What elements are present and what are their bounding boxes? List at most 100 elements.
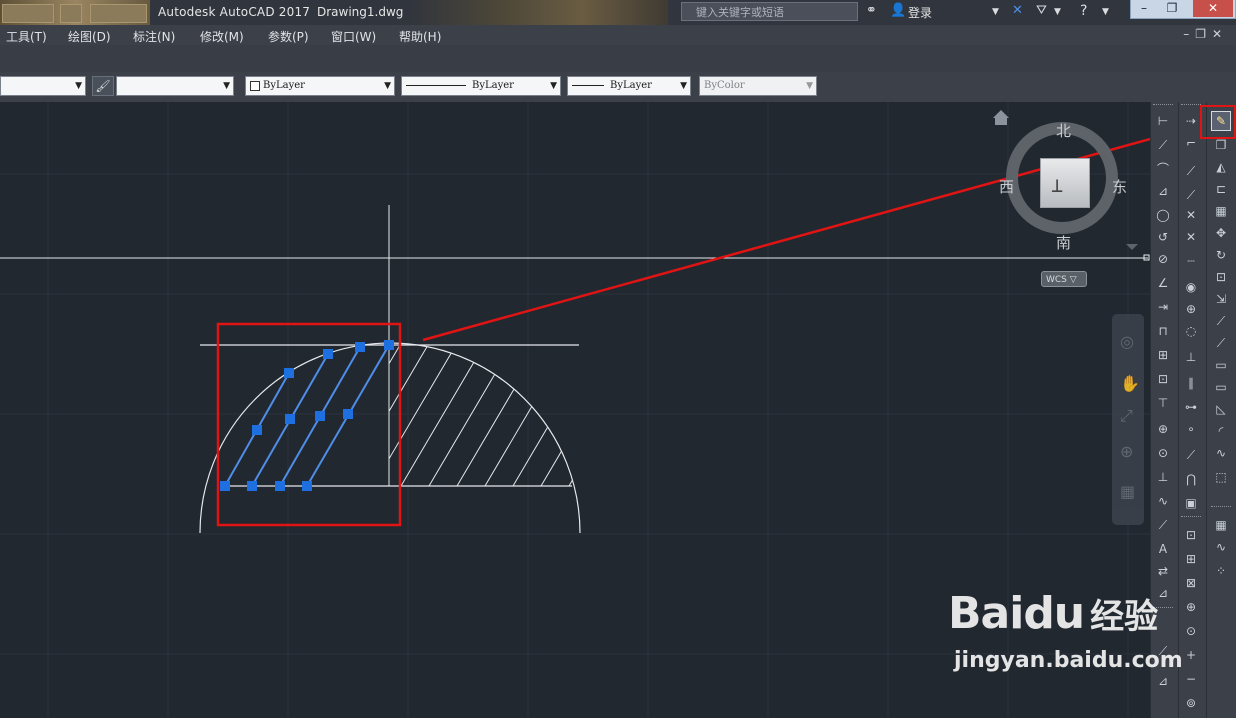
- compass-east[interactable]: 东: [1112, 176, 1127, 197]
- dimension-text-edit-icon[interactable]: A: [1154, 540, 1172, 558]
- toolbar-grip[interactable]: [1181, 516, 1201, 519]
- extend-icon[interactable]: ⟋: [1212, 334, 1230, 352]
- blend-icon[interactable]: ∿: [1212, 444, 1230, 462]
- snap-tangent-icon[interactable]: ◌: [1182, 322, 1200, 340]
- grip-point[interactable]: [315, 411, 325, 421]
- toolbar-grip[interactable]: [1153, 104, 1173, 107]
- zoom-out-icon[interactable]: −: [1182, 670, 1200, 688]
- grip-point[interactable]: [220, 481, 230, 491]
- grip-point[interactable]: [285, 414, 295, 424]
- zoom-scale-icon[interactable]: ⊠: [1182, 574, 1200, 592]
- angular-dimension-icon[interactable]: ∠: [1154, 274, 1172, 292]
- grip-point[interactable]: [284, 368, 294, 378]
- osnap-settings-icon[interactable]: ▣: [1182, 494, 1200, 512]
- quick-dimension-icon[interactable]: ⇥: [1154, 298, 1172, 316]
- grip-point[interactable]: [302, 481, 312, 491]
- offset-icon[interactable]: ⊏: [1212, 180, 1230, 198]
- spline-edit-icon[interactable]: ∿: [1212, 538, 1230, 556]
- temporary-track-icon[interactable]: ⇢: [1182, 112, 1200, 130]
- compass-west[interactable]: 西: [999, 176, 1014, 197]
- zoom-center-icon[interactable]: ⊕: [1182, 598, 1200, 616]
- dimension-space-icon[interactable]: ⊡: [1154, 370, 1172, 388]
- grip-point[interactable]: [323, 349, 333, 359]
- jogged-linear-icon[interactable]: ∿: [1154, 492, 1172, 510]
- linear-dimension-icon[interactable]: ⊢: [1154, 112, 1172, 130]
- center-mark-icon[interactable]: ⊙: [1154, 444, 1172, 462]
- snap-endpoint-icon[interactable]: ⟋: [1182, 162, 1200, 180]
- continue-dimension-icon[interactable]: ⊞: [1154, 346, 1172, 364]
- snap-parallel-icon[interactable]: ∥: [1182, 374, 1200, 392]
- menu-tools[interactable]: 工具(T): [6, 28, 47, 45]
- dimension-override-icon[interactable]: ⊿: [1154, 672, 1172, 690]
- menu-parametric[interactable]: 参数(P): [268, 28, 309, 45]
- grip-point[interactable]: [355, 342, 365, 352]
- minimize-button[interactable]: –: [1131, 0, 1157, 17]
- point-cloud-icon[interactable]: ⁘: [1212, 562, 1230, 580]
- move-icon[interactable]: ✥: [1212, 224, 1230, 242]
- zoom-object-icon[interactable]: ⊙: [1182, 622, 1200, 640]
- steering-wheel-icon[interactable]: ◎: [1120, 332, 1134, 351]
- snap-quadrant-icon[interactable]: ⊕: [1182, 300, 1200, 318]
- zoom-window-icon[interactable]: ⊡: [1182, 526, 1200, 544]
- orbit-icon[interactable]: ⊕: [1120, 442, 1133, 461]
- autodesk-a360-icon[interactable]: ⛛: [1036, 3, 1047, 18]
- snap-midpoint-icon[interactable]: ⟋: [1182, 186, 1200, 204]
- scale-icon[interactable]: ⊡: [1212, 268, 1230, 286]
- semicircle-profile[interactable]: [199, 342, 581, 534]
- break-icon[interactable]: ▭: [1212, 356, 1230, 374]
- close-button[interactable]: ✕: [1193, 0, 1233, 17]
- dimension-edit-icon[interactable]: ⟋: [1154, 516, 1172, 534]
- snap-apparent-intersection-icon[interactable]: ✕: [1182, 228, 1200, 246]
- compass-north[interactable]: 北: [1056, 120, 1071, 141]
- toolbar-grip[interactable]: [1181, 104, 1201, 107]
- zoom-in-icon[interactable]: +: [1182, 646, 1200, 664]
- taskbar-tab[interactable]: [90, 4, 147, 23]
- snap-extension-icon[interactable]: ┈: [1182, 252, 1200, 270]
- search-input[interactable]: 键入关键字或短语: [681, 2, 858, 21]
- array-icon[interactable]: ▦: [1212, 202, 1230, 220]
- exchange-apps-icon[interactable]: ✕: [1012, 3, 1023, 18]
- lineweight-combo[interactable]: ByLayer ▼: [567, 76, 691, 96]
- document-window-controls[interactable]: –❐✕: [1183, 27, 1228, 41]
- jogged-dimension-icon[interactable]: ↺: [1154, 228, 1172, 246]
- snap-perpendicular-icon[interactable]: ⊥: [1182, 348, 1200, 366]
- snap-center-icon[interactable]: ◉: [1182, 278, 1200, 296]
- snap-insert-icon[interactable]: ⊶: [1182, 398, 1200, 416]
- compass-south[interactable]: 南: [1056, 232, 1071, 253]
- snap-node-icon[interactable]: ∘: [1182, 420, 1200, 438]
- grip-point[interactable]: [275, 481, 285, 491]
- toolbar-grip[interactable]: [1211, 506, 1231, 509]
- viewcube-top-face[interactable]: ⊥: [1040, 158, 1090, 208]
- grip-point[interactable]: [252, 425, 262, 435]
- stretch-icon[interactable]: ⇲: [1212, 290, 1230, 308]
- baseline-dimension-icon[interactable]: ⊓: [1154, 322, 1172, 340]
- binoculars-icon[interactable]: ⚭: [866, 3, 877, 18]
- login-dropdown-icon[interactable]: ▼: [992, 7, 999, 17]
- group-icon[interactable]: ▦: [1212, 516, 1230, 534]
- layer-combo[interactable]: ▼: [0, 76, 86, 96]
- layer-state-combo[interactable]: ▼: [116, 76, 234, 96]
- diameter-dimension-icon[interactable]: ⊘: [1154, 250, 1172, 268]
- wcs-menu[interactable]: WCS ▽: [1041, 271, 1087, 287]
- a360-dropdown-icon[interactable]: ▼: [1054, 7, 1061, 17]
- user-icon[interactable]: 👤: [890, 3, 906, 18]
- linetype-combo[interactable]: ByLayer ▼: [401, 76, 561, 96]
- join-icon[interactable]: ▭: [1212, 378, 1230, 396]
- explode-icon[interactable]: ⬚: [1212, 468, 1230, 486]
- inspection-icon[interactable]: ⊥: [1154, 468, 1172, 486]
- grip-point[interactable]: [247, 481, 257, 491]
- tolerance-icon[interactable]: ⊕: [1154, 420, 1172, 438]
- color-combo[interactable]: ByLayer ▼: [245, 76, 395, 96]
- grip-point[interactable]: [343, 409, 353, 419]
- arc-length-icon[interactable]: ⌒: [1154, 160, 1172, 178]
- snap-intersection-icon[interactable]: ✕: [1182, 206, 1200, 224]
- snap-nearest-icon[interactable]: ⟋: [1182, 446, 1200, 464]
- fillet-icon[interactable]: ◜: [1212, 422, 1230, 440]
- aligned-dimension-icon[interactable]: ⟋: [1154, 136, 1172, 154]
- help-dropdown-icon[interactable]: ▼: [1102, 7, 1109, 17]
- pan-icon[interactable]: ✋: [1120, 374, 1140, 393]
- dimension-update-icon[interactable]: ⇄: [1154, 562, 1172, 580]
- menu-draw[interactable]: 绘图(D): [68, 28, 111, 45]
- mirror-icon[interactable]: ◭: [1212, 158, 1230, 176]
- menu-help[interactable]: 帮助(H): [399, 28, 441, 45]
